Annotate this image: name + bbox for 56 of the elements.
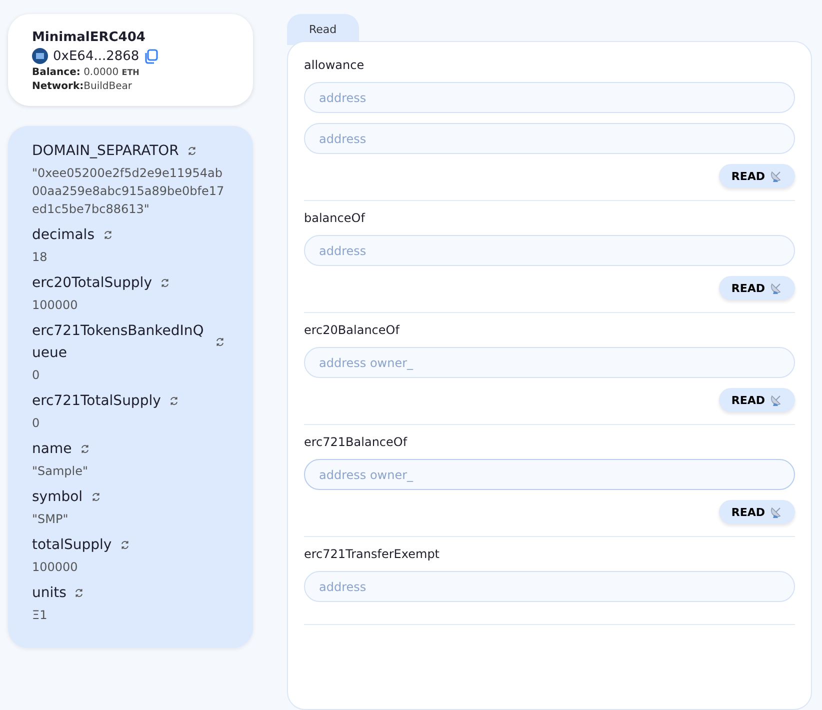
copy-icon[interactable]: [144, 48, 158, 64]
refresh-icon[interactable]: [186, 146, 197, 156]
variable-value: 0: [32, 415, 41, 432]
variable-name: name: [32, 440, 72, 459]
refresh-icon[interactable]: [102, 230, 112, 240]
satellite-dish-icon: [769, 281, 783, 295]
balance-unit: ETH: [122, 68, 140, 77]
contract-name: MinimalERC404: [32, 30, 146, 45]
contract-address: 0xE64...2868: [53, 48, 140, 64]
address-input[interactable]: address owner_: [304, 459, 795, 490]
refresh-icon[interactable]: [168, 396, 179, 406]
refresh-icon[interactable]: [90, 492, 101, 502]
variable-value: Ξ1: [32, 607, 48, 624]
variable-name: erc721TokensBankedInQueue: [32, 322, 205, 363]
satellite-dish-icon: [769, 505, 783, 519]
variable-name: totalSupply: [32, 536, 112, 555]
function-name: balanceOf: [304, 211, 366, 225]
variable-value: 100000: [32, 297, 79, 314]
variable-value: 100000: [32, 559, 79, 576]
variable-name: erc20TotalSupply: [32, 274, 152, 293]
function-name: erc20BalanceOf: [304, 323, 401, 337]
balance-label: Balance:: [32, 67, 80, 78]
variable-value: "SMP": [32, 511, 70, 528]
satellite-dish-icon: [769, 169, 783, 183]
variable-name: units: [32, 584, 66, 603]
refresh-icon[interactable]: [215, 337, 225, 347]
read-tab[interactable]: Read: [287, 14, 359, 45]
address-input[interactable]: address owner_: [304, 347, 795, 378]
variable-value: "0xee05200e2f5d2e9e11954ab00aa259e8abc915a89be0bfe17ed1c5be7bc88613": [32, 165, 226, 218]
address-input[interactable]: address: [304, 123, 795, 154]
refresh-icon[interactable]: [74, 588, 84, 598]
address-input[interactable]: address: [304, 571, 795, 602]
function-name: erc721TransferExempt: [304, 547, 441, 561]
variable-name: symbol: [32, 488, 83, 507]
read-button[interactable]: READ: [719, 388, 795, 412]
variable-name: DOMAIN_SEPARATOR: [32, 142, 179, 161]
address-input[interactable]: address: [304, 235, 795, 266]
satellite-dish-icon: [769, 393, 783, 407]
function-name: erc721BalanceOf: [304, 435, 408, 449]
refresh-icon[interactable]: [160, 278, 170, 288]
read-button[interactable]: READ: [719, 164, 795, 188]
variable-value: 0: [32, 367, 41, 384]
network-label: Network:: [32, 81, 84, 92]
address-input[interactable]: address: [304, 82, 795, 113]
read-button[interactable]: READ: [719, 276, 795, 300]
read-button[interactable]: READ: [719, 500, 795, 524]
variable-name: erc721TotalSupply: [32, 392, 161, 411]
function-name: allowance: [304, 58, 366, 72]
avatar-icon: [32, 48, 48, 64]
variable-value: "Sample": [32, 463, 90, 480]
refresh-icon[interactable]: [80, 444, 90, 454]
network-value: BuildBear: [84, 81, 132, 92]
variable-value: 18: [32, 249, 48, 266]
balance-value: 0.0000: [84, 67, 119, 78]
variable-name: decimals: [32, 226, 94, 245]
refresh-icon[interactable]: [120, 540, 130, 550]
